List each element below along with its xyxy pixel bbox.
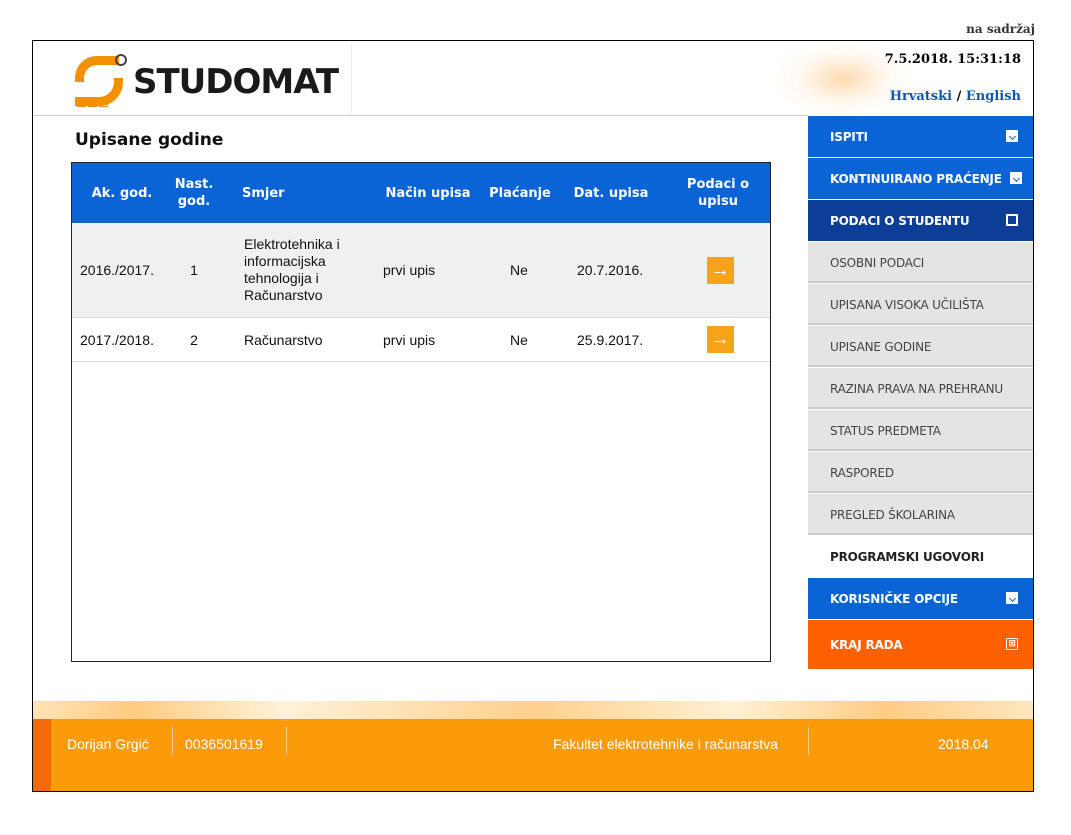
col-header-podaci-o-upisu: Podaci o upisu: [686, 177, 750, 209]
studomat-logo[interactable]: STUDOMAT: [69, 49, 389, 115]
app-frame: STUDOMAT 7.5.2018. 15:31:18 Hrvatski / E…: [32, 40, 1034, 792]
menu-item-kraj-rada[interactable]: KRAJ RADA ⊠: [808, 620, 1033, 670]
cell-nacin-upisa: prvi upis: [383, 262, 436, 278]
sidebar-item-upisane-godine[interactable]: UPISANE GODINE: [808, 326, 1033, 368]
cell-nast-god: 1: [190, 262, 198, 278]
menu-item-label: KRAJ RADA: [830, 637, 903, 652]
cell-podaci: →: [702, 223, 738, 317]
menu-item-kontinuirano-pracenje[interactable]: KONTINUIRANO PRAĆENJE: [808, 158, 1033, 200]
footer-user-name: Dorijan Grgić: [67, 736, 149, 752]
sidebar-item-raspored[interactable]: RASPORED: [808, 452, 1033, 494]
table-row: 2016./2017. 1 Elektrotehnika i informaci…: [72, 223, 770, 318]
cell-nacin-upisa: prvi upis: [383, 331, 436, 348]
menu-item-label: PODACI O STUDENTU: [830, 213, 970, 228]
page-title: Upisane godine: [75, 130, 224, 150]
col-header-smjer: Smjer: [242, 185, 285, 201]
footer-divider: [286, 727, 287, 755]
sidebar-menu: ISPITI KONTINUIRANO PRAĆENJE PODACI O ST…: [808, 116, 1033, 670]
sidebar-item-pregled-skolarina[interactable]: PREGLED ŠKOLARINA: [808, 494, 1033, 536]
expand-box-icon: [1010, 172, 1022, 184]
expand-box-icon: [1006, 592, 1018, 604]
collapse-box-icon: [1006, 214, 1018, 226]
col-header-ak-god: Ak. god.: [91, 185, 153, 201]
cell-smjer: Elektrotehnika i informacijska tehnologi…: [244, 236, 340, 303]
arrow-right-icon[interactable]: →: [706, 256, 734, 284]
cell-ak-god: 2016./2017.: [80, 262, 154, 278]
footer-accent-strip: [33, 719, 51, 791]
expand-box-icon: [1006, 130, 1018, 142]
menu-item-label: KORISNIČKE OPCIJE: [830, 591, 958, 606]
header-bottom-line: [33, 115, 808, 116]
cell-ak-god: 2017./2018.: [80, 331, 154, 348]
cell-placanje: Ne: [510, 262, 528, 278]
col-header-nast-god: Nast. god.: [174, 177, 214, 209]
cell-placanje: Ne: [510, 331, 528, 348]
menu-item-podaci-o-studentu[interactable]: PODACI O STUDENTU: [808, 200, 1033, 242]
footer-divider: [172, 727, 173, 755]
enrollment-table: Ak. god. Nast. god. Smjer Način upisa Pl…: [71, 162, 771, 662]
col-header-dat-upisa: Dat. upisa: [573, 185, 649, 201]
footer-jmbag: 0036501619: [185, 736, 263, 752]
table-header: Ak. god. Nast. god. Smjer Način upisa Pl…: [72, 163, 770, 223]
footer-faculty: Fakultet elektrotehnike i računarstva: [553, 736, 778, 752]
arrow-right-icon[interactable]: →: [706, 326, 734, 353]
lang-hrvatski-link[interactable]: Hrvatski: [890, 89, 952, 104]
sidebar-item-osobni-podaci[interactable]: OSOBNI PODACI: [808, 242, 1033, 284]
footer-version: 2018.04: [938, 736, 989, 752]
footer-glow: [33, 701, 1033, 721]
sidebar-item-razina-prava-na-prehranu[interactable]: RAZINA PRAVA NA PREHRANU: [808, 368, 1033, 410]
cell-dat-upisa: 25.9.2017.: [577, 331, 644, 348]
col-header-placanje: Plaćanje: [489, 185, 551, 201]
lang-english-link[interactable]: English: [966, 89, 1021, 104]
close-box-icon: ⊠: [1006, 638, 1018, 650]
table-row: 2017./2018. 2 Računarstvo prvi upis Ne 2…: [72, 318, 770, 362]
footer-divider: [808, 727, 809, 755]
lang-separator: /: [956, 89, 962, 104]
current-datetime: 7.5.2018. 15:31:18: [884, 52, 1021, 67]
sidebar-item-programski-ugovori[interactable]: PROGRAMSKI UGOVORI: [808, 536, 1033, 578]
language-switcher: Hrvatski / English: [890, 89, 1021, 104]
header-divider: [351, 43, 352, 115]
sidebar-item-upisana-visoka-ucilista[interactable]: UPISANA VISOKA UČILIŠTA: [808, 284, 1033, 326]
cell-dat-upisa: 20.7.2016.: [577, 262, 644, 278]
cell-smjer: Računarstvo: [244, 331, 323, 348]
menu-item-label: KONTINUIRANO PRAĆENJE: [830, 171, 1002, 186]
logo-text: STUDOMAT: [133, 62, 339, 102]
footer-bar: Dorijan Grgić 0036501619 Fakultet elektr…: [33, 719, 1033, 791]
cell-podaci: →: [702, 318, 738, 361]
menu-item-ispiti[interactable]: ISPITI: [808, 116, 1033, 158]
sidebar-item-status-predmeta[interactable]: STATUS PREDMETA: [808, 410, 1033, 452]
menu-item-korisnicke-opcije[interactable]: KORISNIČKE OPCIJE: [808, 578, 1033, 620]
logo-s-icon: [69, 52, 127, 112]
col-header-nacin-upisa: Način upisa: [385, 185, 471, 201]
menu-item-label: ISPITI: [830, 129, 868, 144]
cell-nast-god: 2: [190, 331, 198, 348]
skip-to-content-link[interactable]: na sadržaj: [966, 22, 1035, 36]
